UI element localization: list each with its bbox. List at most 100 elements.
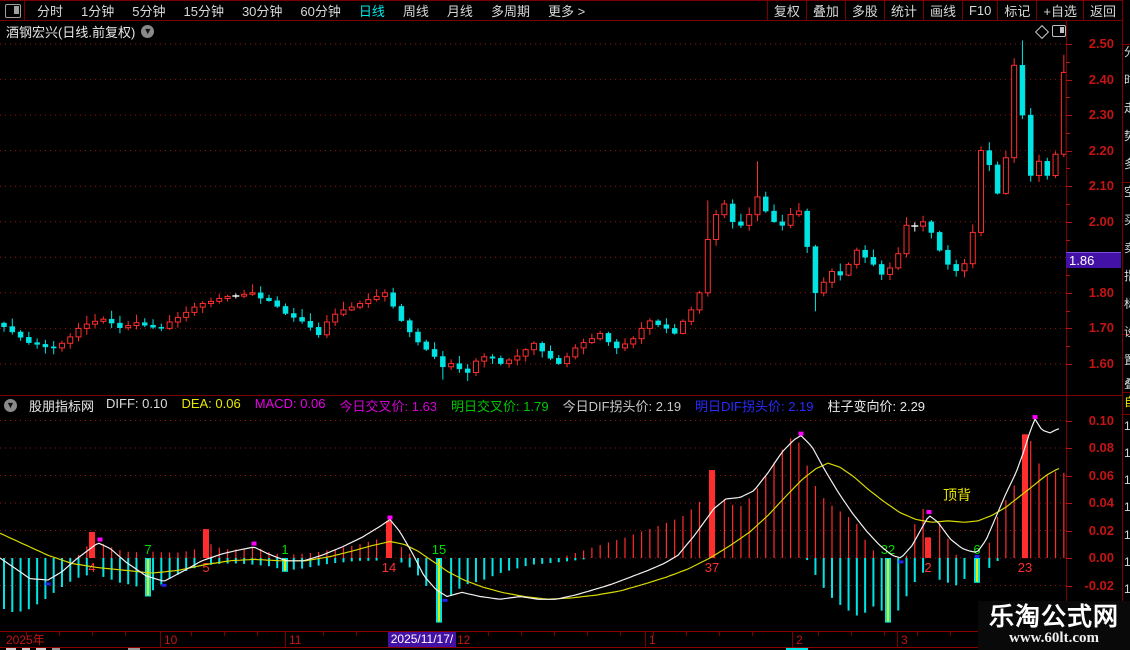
axis-tick xyxy=(1066,292,1072,294)
svg-text:2: 2 xyxy=(924,560,931,575)
window-panel-icon[interactable] xyxy=(5,4,21,18)
candle xyxy=(142,318,148,328)
clipped-menu-glyph[interactable]: 置 xyxy=(1124,354,1130,366)
candle xyxy=(514,348,521,366)
axis-tick xyxy=(1066,420,1072,422)
candle xyxy=(795,203,802,217)
candle xyxy=(771,204,777,223)
clipped-axis-digit: 1 xyxy=(1124,529,1130,541)
last-price-badge: 1.86 xyxy=(1066,252,1121,268)
candle xyxy=(373,289,380,302)
clipped-menu-glyph[interactable]: 标 xyxy=(1124,298,1130,310)
period-tabs: 分时 1分钟 5分钟 15分钟 30分钟 60分钟 日线 周线 月线 多周期 更多 > xyxy=(28,1,594,20)
price-axis-label: 2.20 xyxy=(1088,142,1114,158)
period-tab[interactable]: 分时 xyxy=(28,1,72,20)
toolbar-button[interactable]: +自选 xyxy=(1036,1,1083,20)
clipped-menu-glyph[interactable]: 自 xyxy=(1124,396,1130,408)
candle xyxy=(448,359,455,370)
period-tab[interactable]: 15分钟 xyxy=(174,1,232,20)
indicator-value: 今日交叉价: 1.63 xyxy=(339,398,438,414)
price-axis-label: 1.70 xyxy=(1088,320,1114,336)
candle xyxy=(588,333,595,345)
clipped-menu-glyph[interactable]: 设 xyxy=(1124,326,1130,338)
candle xyxy=(232,293,240,299)
right-side-toolbar-clipped[interactable]: 分时走势多空买卖指标设置叠自11111111 xyxy=(1122,0,1130,650)
period-tab[interactable]: 60分钟 xyxy=(291,1,349,20)
period-tab[interactable]: 5分钟 xyxy=(123,1,174,20)
axis-tick xyxy=(1066,186,1072,188)
toolbar-button[interactable]: 多股 xyxy=(844,1,884,20)
chevron-down-icon[interactable]: ▼ xyxy=(141,24,155,38)
candle xyxy=(415,328,421,346)
candle xyxy=(738,213,744,228)
candle xyxy=(671,323,678,335)
candle xyxy=(456,356,463,373)
top-toolbar: 分时 1分钟 5分钟 15分钟 30分钟 60分钟 日线 周线 月线 多周期 更多 > 复权 叠加 多股… xyxy=(0,0,1130,21)
candle xyxy=(282,303,289,315)
candle xyxy=(75,323,82,342)
toolbar-button[interactable]: 画线 xyxy=(922,1,962,20)
clipped-menu-glyph[interactable]: 空 xyxy=(1124,186,1130,198)
candles xyxy=(1,40,1066,381)
clipped-menu-glyph[interactable]: 多 xyxy=(1124,158,1130,170)
candle xyxy=(274,296,280,308)
candle xyxy=(936,230,943,252)
clipped-menu-glyph[interactable]: 买 xyxy=(1124,214,1130,226)
candle xyxy=(506,358,513,368)
toolbar-button[interactable]: 复权 xyxy=(766,1,806,20)
candle xyxy=(224,295,231,302)
period-tab[interactable]: 周线 xyxy=(394,1,438,20)
candle xyxy=(17,330,24,341)
candle xyxy=(829,268,835,288)
axis-minor-tick xyxy=(1066,168,1070,170)
clipped-menu-glyph[interactable]: 走 xyxy=(1124,102,1130,114)
clipped-menu-glyph[interactable]: 势 xyxy=(1124,130,1130,142)
period-tab[interactable]: 月线 xyxy=(438,1,482,20)
main-price-chart[interactable] xyxy=(0,40,1066,395)
candle xyxy=(886,262,893,281)
macd-indicator-chart[interactable]: 4751141537322623顶背 xyxy=(0,415,1066,631)
svg-text:14: 14 xyxy=(382,560,396,575)
toolbar-button[interactable]: 返回 xyxy=(1082,1,1123,20)
period-tab[interactable]: 日线 xyxy=(350,1,394,20)
diamond-icon[interactable] xyxy=(1034,24,1050,40)
candle xyxy=(763,191,769,213)
candle xyxy=(199,301,206,314)
minor-tick xyxy=(752,632,753,636)
split-panel-icon[interactable] xyxy=(1052,25,1066,37)
candle xyxy=(994,161,1001,195)
clipped-menu-glyph[interactable]: 指 xyxy=(1124,270,1130,282)
candle xyxy=(837,263,844,281)
price-axis-label: 2.40 xyxy=(1088,71,1114,87)
minor-tick xyxy=(719,632,720,636)
clipped-axis-digit: 1 xyxy=(1124,583,1130,595)
signal-bars: 4751141537322623 xyxy=(88,434,1032,623)
candle xyxy=(241,289,248,299)
candle xyxy=(638,322,645,344)
period-tab[interactable]: 多周期 xyxy=(482,1,539,20)
period-tab[interactable]: 30分钟 xyxy=(233,1,291,20)
time-axis-label: 11 xyxy=(289,633,302,647)
candle xyxy=(945,245,951,270)
candle xyxy=(729,199,736,229)
period-tab[interactable]: 1分钟 xyxy=(72,1,123,20)
candle xyxy=(381,289,388,302)
clipped-menu-glyph[interactable]: 分 xyxy=(1124,46,1130,58)
minor-tick xyxy=(884,632,885,636)
minor-tick xyxy=(356,632,357,636)
clipped-menu-glyph[interactable]: 时 xyxy=(1124,74,1130,86)
period-tab[interactable]: 更多 > xyxy=(539,1,594,20)
candle xyxy=(158,323,165,332)
toolbar-button[interactable]: 统计 xyxy=(883,1,923,20)
collapse-icon[interactable]: ▼ xyxy=(4,398,17,412)
clipped-menu-glyph[interactable]: 叠 xyxy=(1124,378,1130,390)
candle xyxy=(539,341,545,358)
toolbar-button[interactable]: F10 xyxy=(961,1,997,20)
minor-tick xyxy=(587,632,588,636)
indicator-axis-label: 0.08 xyxy=(1088,440,1114,455)
toolbar-button[interactable]: 标记 xyxy=(997,1,1036,20)
toolbar-button[interactable]: 叠加 xyxy=(805,1,845,20)
candle xyxy=(150,319,156,330)
clipped-menu-glyph[interactable]: 卖 xyxy=(1124,242,1130,254)
indicator-value: MACD: 0.06 xyxy=(254,395,326,411)
